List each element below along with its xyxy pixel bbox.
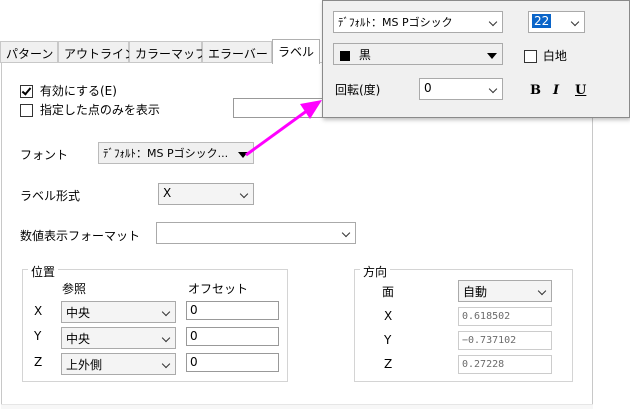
chevron-down-icon	[570, 17, 580, 27]
offset-header: オフセット	[188, 282, 249, 296]
chevron-down-icon	[537, 286, 547, 296]
reference-value: 中央	[66, 306, 91, 320]
popup-font-dropdown[interactable]: ﾃﾞﾌｫﾙﾄ：MS Pゴシック	[333, 11, 503, 33]
tab-label-active[interactable]: ラベル	[272, 39, 320, 64]
axis-label-x: X	[34, 304, 43, 318]
chevron-down-icon	[161, 359, 171, 369]
rotation-label: 回転(度)	[335, 83, 381, 97]
underline-button[interactable]: U	[575, 83, 586, 98]
reference-header: 参照	[62, 282, 87, 296]
label-format-dropdown[interactable]: X	[158, 183, 254, 205]
font-dropdown-value: ﾃﾞﾌｫﾙﾄ：MS Pゴシック...	[103, 147, 229, 160]
enable-checkbox[interactable]: 有効にする(E)	[20, 82, 117, 99]
dropdown-arrow-icon	[487, 53, 497, 59]
pointer-arrow-icon	[245, 100, 322, 157]
font-dropdown[interactable]: ﾃﾞﾌｫﾙﾄ：MS Pゴシック...	[98, 142, 254, 164]
reference-value: 上外側	[66, 358, 103, 372]
tab-label: エラーバー	[208, 47, 268, 61]
tab-label: ラベル	[278, 45, 315, 59]
numeric-format-label: 数値表示フォーマット	[20, 229, 141, 243]
plane-dropdown[interactable]: 自動	[458, 280, 552, 302]
chevron-down-icon	[341, 228, 351, 238]
offset-input-y[interactable]: 0	[186, 327, 279, 346]
offset-input-z[interactable]: 0	[186, 353, 279, 372]
enable-label: 有効にする(E)	[39, 84, 117, 98]
chevron-down-icon	[239, 189, 249, 199]
direction-axis-y: Y	[384, 333, 392, 347]
only-points-label: 指定した点のみを表示	[39, 103, 160, 117]
plane-value: 自動	[463, 285, 488, 299]
checkbox-box[interactable]	[524, 50, 537, 63]
check-mark-icon	[21, 85, 32, 96]
checkbox-box[interactable]	[20, 85, 33, 98]
label-format-label: ラベル形式	[20, 189, 81, 203]
numeric-format-combo[interactable]	[156, 222, 356, 244]
tab-outline[interactable]: アウトライン	[58, 41, 136, 63]
chevron-down-icon	[488, 84, 498, 94]
italic-button[interactable]: I	[553, 83, 559, 98]
popup-font-value: ﾃﾞﾌｫﾙﾄ：MS Pゴシック	[338, 16, 453, 29]
popup-color-value: 黒	[358, 48, 371, 62]
reference-dropdown-x[interactable]: 中央	[61, 301, 176, 323]
panel-footer	[1, 404, 593, 409]
axis-label-z: Z	[34, 355, 43, 369]
position-group-title: 位置	[28, 263, 59, 280]
color-swatch-icon	[340, 50, 350, 61]
direction-group-title: 方向	[360, 263, 391, 280]
tab-errorbar[interactable]: エラーバー	[202, 41, 272, 63]
direction-value-x: 0.618502	[458, 307, 552, 326]
rotation-value: 0	[424, 81, 432, 95]
reference-dropdown-z[interactable]: 上外側	[61, 353, 176, 375]
chevron-down-icon	[161, 333, 171, 343]
chevron-down-icon	[161, 307, 171, 317]
tab-pattern[interactable]: パターン	[0, 41, 58, 63]
direction-value-z: 0.27228	[458, 355, 552, 374]
popup-size-dropdown[interactable]: 22	[528, 11, 585, 33]
reference-dropdown-y[interactable]: 中央	[61, 327, 176, 349]
direction-axis-z: Z	[384, 357, 393, 371]
bold-button[interactable]: B	[530, 83, 541, 98]
tab-label: パターン	[6, 47, 54, 61]
white-background-label: 白地	[542, 49, 567, 63]
chevron-down-icon	[488, 17, 498, 27]
rotation-dropdown[interactable]: 0	[419, 78, 503, 100]
label-format-value: X	[163, 186, 172, 200]
tab-label: アウトライン	[64, 47, 137, 61]
tab-label: カラーマップ	[135, 47, 208, 61]
offset-input-x[interactable]: 0	[186, 301, 279, 320]
popup-color-dropdown[interactable]: 黒	[333, 43, 503, 65]
tab-colormap[interactable]: カラーマップ	[129, 41, 207, 63]
font-label: フォント	[20, 148, 69, 162]
axis-label-y: Y	[34, 329, 42, 343]
only-points-checkbox[interactable]: 指定した点のみを表示	[20, 101, 160, 118]
plane-label: 面	[382, 285, 395, 299]
reference-value: 中央	[66, 332, 91, 346]
popup-size-value: 22	[532, 14, 552, 28]
checkbox-box[interactable]	[20, 104, 33, 117]
font-settings-popup: ﾃﾞﾌｫﾙﾄ：MS Pゴシック 22 黒 白地 回転(度) 0 B I U	[322, 0, 630, 118]
white-background-checkbox[interactable]: 白地	[524, 47, 567, 64]
direction-value-y: −0.737102	[458, 331, 552, 350]
direction-axis-x: X	[384, 309, 393, 323]
